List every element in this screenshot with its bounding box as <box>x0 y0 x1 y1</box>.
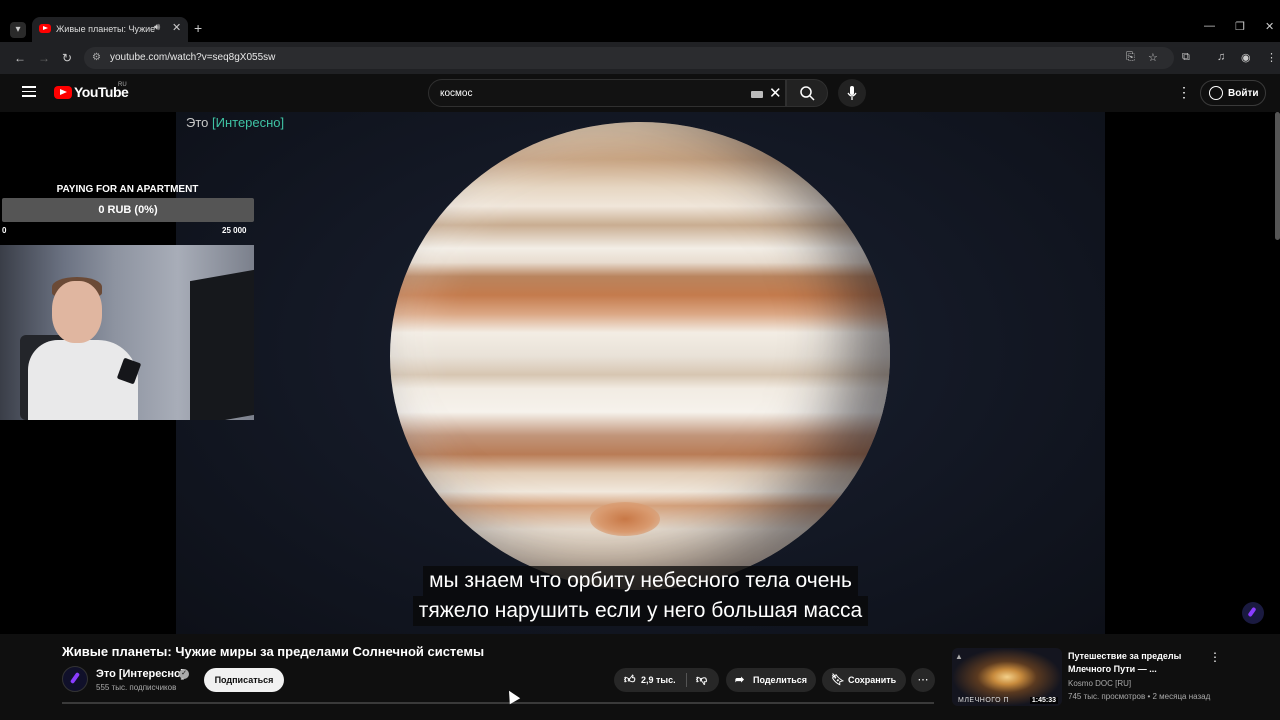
great-red-spot <box>590 502 660 536</box>
subscriber-count: 555 тыс. подписчиков <box>96 683 177 692</box>
verified-icon: ✓ <box>179 669 189 679</box>
browser-tab-bar: ▾ Живые планеты: Чужие ми 🔊︎ ✕ + — ❐ ✕ <box>0 0 1280 42</box>
tab-title: Живые планеты: Чужие ми <box>56 24 156 34</box>
page-scrollbar[interactable] <box>1275 112 1280 240</box>
account-icon <box>1209 86 1223 100</box>
recommended-thumbnail[interactable]: МЛЕЧНОГО П 1:45:33 <box>952 648 1062 706</box>
subscribe-button[interactable]: Подписаться <box>204 668 284 692</box>
tab-switcher-icon[interactable]: ▾ <box>10 22 26 38</box>
like-count[interactable]: 2,9 тыс. <box>641 668 676 692</box>
channel-name[interactable]: Это [Интересно] <box>96 668 184 680</box>
sign-in-label: Войти <box>1228 88 1259 99</box>
subtitle-line-1: мы знаем что орбиту небесного тела очень <box>423 566 858 596</box>
mix-icon: ▲ <box>955 652 963 661</box>
address-bar-row: ← → ↻ ⚙ youtube.com/watch?v=seq8gX055sw … <box>0 42 1280 74</box>
recommended-meta: 745 тыс. просмотров • 2 месяца назад <box>1068 692 1211 701</box>
youtube-favicon <box>39 24 51 33</box>
more-actions-button[interactable]: ⋯ <box>911 668 935 692</box>
subtitle-line-2: тяжело нарушить если у него большая масс… <box>412 596 869 626</box>
video-frame[interactable]: Это [Интересно] мы знаем что орбиту небе… <box>176 112 1105 634</box>
video-duration: 1:45:33 <box>1029 697 1058 704</box>
thumbnail-caption: МЛЕЧНОГО П <box>958 697 1010 704</box>
share-button[interactable]: ➦ Поделиться <box>726 668 816 692</box>
clear-search-icon[interactable]: ✕ <box>769 84 782 102</box>
back-icon[interactable]: ← <box>14 51 26 65</box>
watermark-brand: [Интересно] <box>212 115 285 130</box>
video-info-section: Живые планеты: Чужие миры за пределами С… <box>0 634 1280 720</box>
recommended-kebab-icon[interactable]: ⋮ <box>1209 650 1221 664</box>
video-title: Живые планеты: Чужие миры за пределами С… <box>62 644 485 659</box>
microphone-icon <box>847 86 857 100</box>
donation-goal-min: 0 <box>2 226 7 235</box>
restore-icon[interactable]: ❐ <box>1235 20 1245 33</box>
channel-watermark: Это [Интересно] <box>186 115 284 130</box>
share-icon: ➦ <box>735 674 745 686</box>
like-divider <box>686 673 687 687</box>
donation-goal-max: 25 000 <box>222 226 247 235</box>
browser-tab[interactable]: Живые планеты: Чужие ми 🔊︎ ✕ <box>32 17 188 42</box>
webcam-feed <box>0 245 254 420</box>
save-button[interactable]: 🔖︎ Сохранить <box>822 668 906 692</box>
media-icon[interactable]: ♫ <box>1217 51 1225 63</box>
horizontal-scrollbar[interactable] <box>62 702 934 704</box>
channel-branding-icon[interactable] <box>1242 602 1264 624</box>
save-label: Сохранить <box>848 675 897 685</box>
close-icon[interactable]: ✕ <box>172 21 181 34</box>
keyboard-icon[interactable] <box>751 91 763 98</box>
extensions-icon[interactable]: ⧉ <box>1182 51 1190 64</box>
search-button[interactable] <box>786 79 828 107</box>
watermark-prefix: Это <box>186 115 212 130</box>
share-label: Поделиться <box>753 675 808 685</box>
speaker-icon[interactable]: 🔊︎ <box>154 22 160 33</box>
donation-goal-bar: 0 RUB (0%) <box>2 198 254 222</box>
omnibox[interactable]: ⚙ youtube.com/watch?v=seq8gX055sw ⎘ ☆ <box>84 47 1174 69</box>
subtitles: мы знаем что орбиту небесного тела очень… <box>176 566 1105 626</box>
site-settings-icon[interactable]: ⚙ <box>92 52 104 64</box>
sign-in-button[interactable]: Войти <box>1200 80 1266 106</box>
search-query: космос <box>440 88 473 99</box>
settings-kebab-icon[interactable]: ⋮ <box>1177 84 1191 101</box>
hamburger-menu-icon[interactable] <box>22 86 36 97</box>
search-icon <box>800 86 815 101</box>
url-text: youtube.com/watch?v=seq8gX055sw <box>110 52 276 63</box>
star-icon[interactable]: ☆ <box>1148 51 1158 64</box>
search-input[interactable]: космос ✕ <box>428 79 786 107</box>
like-icon[interactable]: 👍︎ <box>624 668 636 692</box>
install-icon[interactable]: ⎘ <box>1126 51 1135 64</box>
youtube-logo-icon[interactable] <box>54 86 72 99</box>
forward-icon[interactable]: → <box>38 51 50 65</box>
region-label: RU <box>118 82 127 88</box>
youtube-header: YouTube RU космос ✕ ⋮ Войти <box>0 74 1280 112</box>
bookmark-icon: 🔖︎ <box>831 674 845 686</box>
close-window-icon[interactable]: ✕ <box>1265 20 1274 33</box>
plus-icon[interactable]: + <box>194 20 202 36</box>
channel-avatar[interactable] <box>62 666 88 692</box>
monitor <box>190 268 254 420</box>
voice-search-button[interactable] <box>838 79 866 107</box>
jupiter-image <box>390 122 890 590</box>
screen: ▾ Живые планеты: Чужие ми 🔊︎ ✕ + — ❐ ✕ ←… <box>0 0 1280 720</box>
donation-goal-status: 0 RUB (0%) <box>98 204 158 216</box>
like-dislike-group: 👍︎ 2,9 тыс. 👎︎ <box>614 668 719 692</box>
dislike-icon[interactable]: 👎︎ <box>696 668 707 692</box>
donation-goal-title: PAYING FOR AN APARTMENT <box>56 184 199 195</box>
menu-icon[interactable]: ⋮ <box>1266 51 1277 64</box>
recommended-title[interactable]: Путешествие за пределы Млечного Пути — .… <box>1068 650 1198 676</box>
streamer-head <box>52 281 102 343</box>
profile-icon[interactable]: ◉ <box>1241 51 1251 64</box>
recommended-channel[interactable]: Kosmo DOC [RU] <box>1068 679 1131 688</box>
reload-icon[interactable]: ↻ <box>62 51 72 65</box>
minimize-icon[interactable]: — <box>1204 20 1215 32</box>
